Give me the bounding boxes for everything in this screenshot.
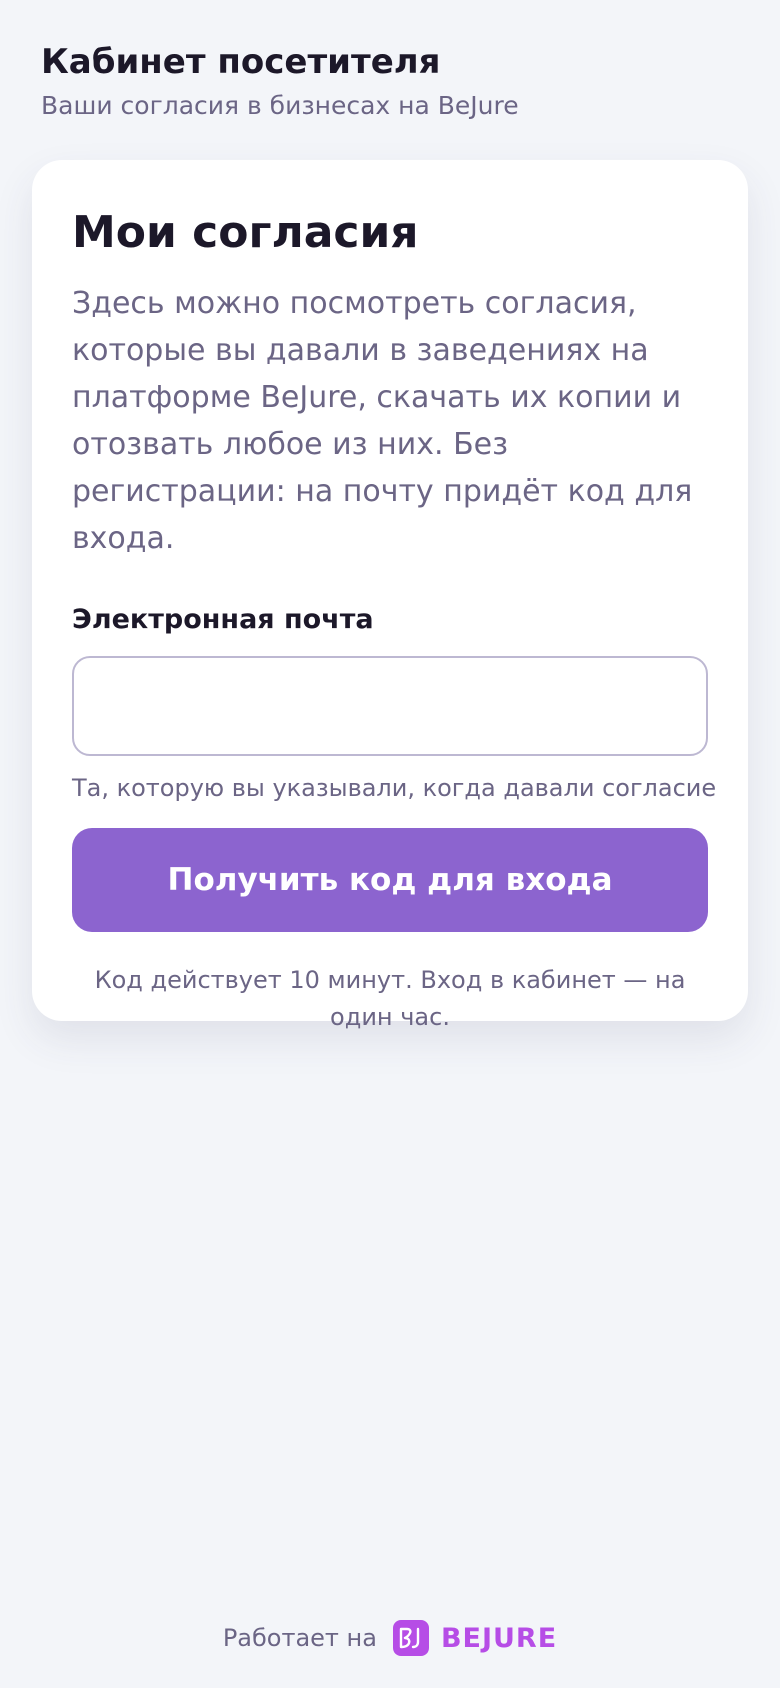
page-title: Кабинет посетителя xyxy=(41,42,441,82)
card-description: Здесь можно посмотреть согласия, которые… xyxy=(72,286,693,556)
page-subtitle: Ваши согласия в бизнесах на BeJure xyxy=(41,91,519,120)
page-header: Кабинет посетителя Ваши согласия в бизне… xyxy=(41,38,741,126)
email-input[interactable] xyxy=(72,656,708,756)
bejure-logo-glyph xyxy=(399,1627,420,1649)
email-label: Электронная почта xyxy=(72,604,374,635)
bejure-logo-icon xyxy=(392,1620,429,1656)
footer: Работает на BEJURE xyxy=(0,1614,780,1662)
get-code-button[interactable]: Получить код для входа xyxy=(72,828,708,932)
login-card: Мои согласия Здесь можно посмотреть согл… xyxy=(32,160,748,1031)
email-hint: Та, которую вы указывали, когда давали с… xyxy=(72,774,717,802)
bejure-logo-text: BEJURE xyxy=(440,1622,558,1654)
powered-by-text: Работает на xyxy=(222,1624,377,1652)
code-validity-note: Код действует 10 минут. Вход в кабинет —… xyxy=(94,966,686,1031)
card-title: Мои согласия xyxy=(72,207,419,258)
